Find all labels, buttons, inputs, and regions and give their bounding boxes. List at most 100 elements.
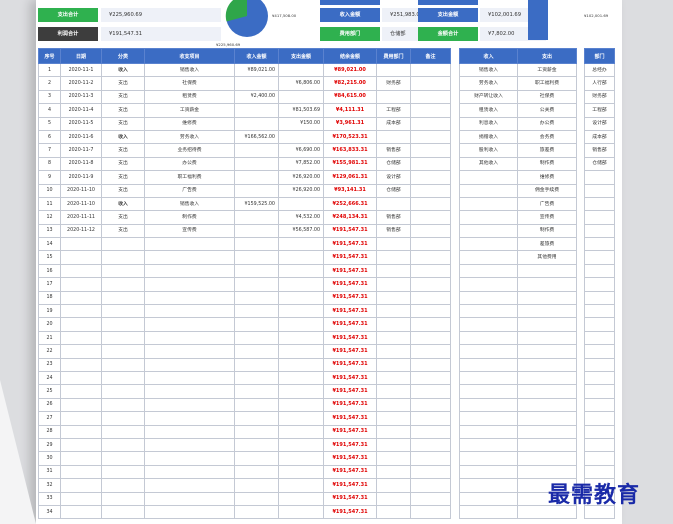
ledger-cell-type[interactable] <box>101 478 145 493</box>
category-expense-cell[interactable] <box>517 424 577 439</box>
ledger-cell-item[interactable] <box>144 478 235 493</box>
ledger-cell-type[interactable] <box>101 250 145 265</box>
ledger-cell-note[interactable] <box>410 384 451 399</box>
ledger-cell-balance[interactable]: ¥191,547.31 <box>323 304 377 319</box>
ledger-cell-type[interactable]: 支出 <box>101 183 145 198</box>
ledger-cell-expense[interactable] <box>278 277 324 292</box>
ledger-cell-date[interactable]: 2020-11-5 <box>60 116 102 131</box>
ledger-cell-no[interactable]: 20 <box>38 317 61 332</box>
category-income-cell[interactable] <box>459 330 518 346</box>
ledger-cell-balance[interactable]: ¥3,961.31 <box>323 116 377 131</box>
ledger-cell-dept[interactable] <box>376 129 411 145</box>
ledger-cell-dept[interactable] <box>376 62 411 78</box>
ledger-cell-date[interactable] <box>60 504 102 520</box>
ledger-cell-expense[interactable]: ¥26,920.00 <box>278 170 324 185</box>
ledger-cell-type[interactable]: 收入 <box>101 62 145 78</box>
ledger-cell-note[interactable] <box>410 210 451 225</box>
category-income-cell[interactable]: 利息收入 <box>459 116 518 131</box>
ledger-cell-date[interactable]: 2020-11-3 <box>60 89 102 105</box>
ledger-cell-no[interactable]: 28 <box>38 424 61 439</box>
ledger-cell-dept[interactable] <box>376 317 411 332</box>
ledger-cell-income[interactable] <box>234 156 279 172</box>
ledger-cell-item[interactable] <box>144 424 235 439</box>
ledger-cell-type[interactable] <box>101 237 145 252</box>
ledger-cell-dept[interactable] <box>376 304 411 319</box>
ledger-cell-type[interactable]: 支出 <box>101 143 145 158</box>
ledger-cell-dept[interactable]: 销售部 <box>376 223 411 239</box>
ledger-cell-expense[interactable] <box>278 304 324 319</box>
ledger-cell-expense[interactable]: ¥6,806.00 <box>278 76 324 91</box>
category-expense-cell[interactable]: 制作费 <box>517 223 577 239</box>
ledger-cell-income[interactable] <box>234 464 279 480</box>
ledger-cell-type[interactable] <box>101 277 145 292</box>
ledger-cell-no[interactable]: 16 <box>38 263 61 279</box>
ledger-cell-income[interactable] <box>234 290 279 306</box>
department-cell[interactable] <box>584 304 615 319</box>
ledger-cell-balance[interactable]: ¥191,547.31 <box>323 397 377 413</box>
category-income-cell[interactable] <box>459 411 518 426</box>
ledger-cell-income[interactable] <box>234 491 279 506</box>
ledger-cell-balance[interactable]: ¥191,547.31 <box>323 451 377 466</box>
ledger-cell-note[interactable] <box>410 304 451 319</box>
ledger-cell-expense[interactable] <box>278 357 324 372</box>
ledger-cell-no[interactable]: 7 <box>38 143 61 158</box>
category-income-cell[interactable] <box>459 290 518 306</box>
ledger-cell-type[interactable] <box>101 330 145 346</box>
ledger-cell-income[interactable] <box>234 237 279 252</box>
department-cell[interactable]: 工程部 <box>584 103 615 118</box>
ledger-cell-income[interactable] <box>234 143 279 158</box>
ledger-cell-no[interactable]: 12 <box>38 210 61 225</box>
ledger-cell-date[interactable]: 2020-11-10 <box>60 183 102 198</box>
ledger-cell-date[interactable] <box>60 237 102 252</box>
ledger-cell-no[interactable]: 19 <box>38 304 61 319</box>
department-cell[interactable] <box>584 357 615 372</box>
ledger-cell-balance[interactable]: ¥191,547.31 <box>323 237 377 252</box>
department-cell[interactable] <box>584 411 615 426</box>
ledger-cell-expense[interactable] <box>278 317 324 332</box>
ledger-cell-type[interactable] <box>101 290 145 306</box>
category-expense-cell[interactable] <box>517 397 577 413</box>
ledger-cell-note[interactable] <box>410 89 451 105</box>
ledger-cell-note[interactable] <box>410 411 451 426</box>
ledger-cell-type[interactable] <box>101 464 145 480</box>
ledger-cell-balance[interactable]: ¥191,547.31 <box>323 411 377 426</box>
ledger-cell-dept[interactable] <box>376 504 411 520</box>
department-cell[interactable] <box>584 344 615 359</box>
ledger-cell-balance[interactable]: ¥252,666.31 <box>323 196 377 212</box>
ledger-cell-note[interactable] <box>410 237 451 252</box>
ledger-cell-item[interactable]: 办公费 <box>144 156 235 172</box>
category-income-cell[interactable] <box>459 170 518 185</box>
ledger-cell-expense[interactable]: ¥6,690.00 <box>278 143 324 158</box>
ledger-cell-note[interactable] <box>410 344 451 359</box>
ledger-cell-type[interactable]: 支出 <box>101 210 145 225</box>
ledger-cell-date[interactable] <box>60 478 102 493</box>
ledger-cell-income[interactable] <box>234 397 279 413</box>
category-income-cell[interactable] <box>459 370 518 386</box>
ledger-cell-balance[interactable]: ¥82,215.00 <box>323 76 377 91</box>
ledger-cell-item[interactable] <box>144 384 235 399</box>
ledger-cell-no[interactable]: 2 <box>38 76 61 91</box>
ledger-cell-income[interactable] <box>234 370 279 386</box>
ledger-cell-type[interactable]: 收入 <box>101 196 145 212</box>
ledger-cell-no[interactable]: 8 <box>38 156 61 172</box>
ledger-cell-note[interactable] <box>410 183 451 198</box>
category-expense-cell[interactable]: 佣金手续费 <box>517 183 577 198</box>
ledger-cell-note[interactable] <box>410 223 451 239</box>
department-cell[interactable] <box>584 250 615 265</box>
category-expense-cell[interactable] <box>517 344 577 359</box>
ledger-cell-dept[interactable] <box>376 437 411 453</box>
ledger-cell-balance[interactable]: ¥84,615.00 <box>323 89 377 105</box>
category-expense-cell[interactable] <box>517 304 577 319</box>
ledger-cell-income[interactable] <box>234 116 279 131</box>
category-income-cell[interactable]: 劳务收入 <box>459 76 518 91</box>
ledger-cell-no[interactable]: 32 <box>38 478 61 493</box>
ledger-cell-balance[interactable]: ¥191,547.31 <box>323 263 377 279</box>
ledger-cell-income[interactable] <box>234 183 279 198</box>
ledger-cell-dept[interactable]: 工程部 <box>376 103 411 118</box>
ledger-cell-income[interactable] <box>234 504 279 520</box>
department-cell[interactable]: 成本部 <box>584 129 615 145</box>
category-income-cell[interactable]: 股利收入 <box>459 143 518 158</box>
ledger-cell-item[interactable] <box>144 411 235 426</box>
department-cell[interactable] <box>584 384 615 399</box>
ledger-cell-item[interactable] <box>144 357 235 372</box>
